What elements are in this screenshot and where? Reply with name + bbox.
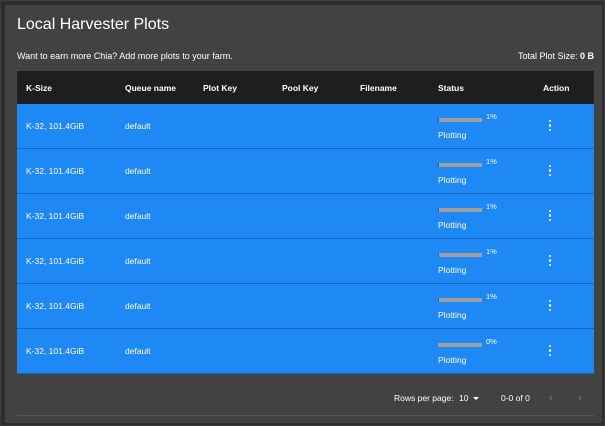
- cell-ksize: K-32, 101.4GiB: [26, 346, 85, 356]
- table-row: K-32, 101.4GiB default 1% Plotting: [17, 194, 594, 239]
- status-text: Plotting: [438, 355, 467, 365]
- cell-ksize: K-32, 101.4GiB: [26, 211, 85, 221]
- bottom-divider: [17, 415, 594, 416]
- cell-ksize: K-32, 101.4GiB: [26, 121, 85, 131]
- progress-fill: [438, 162, 440, 167]
- status-text: Plotting: [438, 130, 467, 140]
- progress-fill: [438, 297, 440, 302]
- pagination-range: 0-0 of 0: [501, 393, 530, 403]
- app-frame: Local Harvester Plots Want to earn more …: [0, 0, 605, 426]
- more-vert-icon[interactable]: [548, 345, 552, 357]
- promo-text: Want to earn more Chia? Add more plots t…: [17, 51, 233, 61]
- progress-percent: 1%: [486, 202, 497, 211]
- progress-percent: 1%: [486, 112, 497, 121]
- table-row: K-32, 101.4GiB default 0% Plotting: [17, 329, 594, 374]
- cell-queue-name: default: [125, 166, 151, 176]
- rows-per-page-label: Rows per page:: [394, 393, 454, 403]
- table-row: K-32, 101.4GiB default 1% Plotting: [17, 284, 594, 329]
- cell-status: 0% Plotting: [438, 337, 497, 365]
- cell-status: 1% Plotting: [438, 112, 497, 140]
- header-queue-name[interactable]: Queue name: [125, 83, 176, 93]
- page-title: Local Harvester Plots: [17, 16, 170, 33]
- status-text: Plotting: [438, 310, 467, 320]
- cell-queue-name: default: [125, 256, 151, 266]
- cell-queue-name: default: [125, 211, 151, 221]
- progress-bar: 1%: [438, 157, 497, 169]
- cell-status: 1% Plotting: [438, 202, 497, 230]
- cell-queue-name: default: [125, 346, 151, 356]
- progress-percent: 1%: [486, 247, 497, 256]
- table-pagination: Rows per page: 10 0-0 of 0 ‹ ›: [17, 383, 594, 413]
- progress-percent: 0%: [486, 337, 497, 346]
- status-text: Plotting: [438, 175, 467, 185]
- header-filename[interactable]: Filename: [360, 83, 397, 93]
- status-text: Plotting: [438, 220, 467, 230]
- header-status[interactable]: Status: [438, 83, 464, 93]
- cell-ksize: K-32, 101.4GiB: [26, 166, 85, 176]
- table-body: K-32, 101.4GiB default 1% Plotting K-32, 101…: [17, 104, 594, 374]
- more-vert-icon[interactable]: [548, 210, 552, 222]
- progress-percent: 1%: [486, 292, 497, 301]
- cell-status: 1% Plotting: [438, 247, 497, 275]
- more-vert-icon[interactable]: [548, 165, 552, 177]
- total-plot-size-value: 0 B: [579, 51, 594, 61]
- table-row: K-32, 101.4GiB default 1% Plotting: [17, 149, 594, 194]
- progress-fill: [438, 252, 440, 257]
- table-row: K-32, 101.4GiB default 1% Plotting: [17, 104, 594, 149]
- table-row: K-32, 101.4GiB default 1% Plotting: [17, 239, 594, 284]
- progress-track: [438, 117, 482, 122]
- header-ksize[interactable]: K-Size: [26, 83, 52, 93]
- progress-track: [438, 297, 482, 302]
- cell-ksize: K-32, 101.4GiB: [26, 301, 85, 311]
- progress-track: [438, 207, 482, 212]
- status-text: Plotting: [438, 265, 467, 275]
- header-action: Action: [543, 82, 570, 93]
- more-vert-icon[interactable]: [548, 300, 552, 312]
- chevron-left-icon[interactable]: ‹: [549, 392, 553, 404]
- progress-track: [438, 252, 482, 257]
- progress-percent: 1%: [486, 157, 497, 166]
- progress-bar: 0%: [438, 337, 497, 349]
- rows-per-page-value: 10: [459, 393, 469, 403]
- progress-fill: [438, 207, 440, 212]
- plots-table: K-Size Queue name Plot Key Pool Key File…: [17, 71, 594, 374]
- progress-fill: [438, 117, 440, 122]
- progress-bar: 1%: [438, 292, 497, 304]
- cell-queue-name: default: [125, 301, 151, 311]
- total-plot-size-label: Total Plot Size:: [517, 51, 578, 61]
- progress-track: [438, 162, 482, 167]
- plots-card: Local Harvester Plots Want to earn more …: [5, 5, 602, 423]
- header-pool-key[interactable]: Pool Key: [282, 83, 318, 93]
- rows-per-page-select[interactable]: 10: [459, 393, 480, 403]
- more-vert-icon[interactable]: [548, 255, 552, 267]
- progress-bar: 1%: [438, 202, 497, 214]
- progress-bar: 1%: [438, 112, 497, 124]
- progress-bar: 1%: [438, 247, 497, 259]
- total-plot-size: Total Plot Size: 0 B: [518, 51, 594, 61]
- info-line: Want to earn more Chia? Add more plots t…: [17, 51, 594, 61]
- chevron-right-icon[interactable]: ›: [578, 392, 582, 404]
- more-vert-icon[interactable]: [548, 120, 552, 132]
- table-header: K-Size Queue name Plot Key Pool Key File…: [17, 71, 594, 104]
- cell-status: 1% Plotting: [438, 292, 497, 320]
- cell-status: 1% Plotting: [438, 157, 497, 185]
- cell-ksize: K-32, 101.4GiB: [26, 256, 85, 266]
- caret-down-icon: [473, 396, 480, 400]
- progress-track: [438, 342, 482, 347]
- cell-queue-name: default: [125, 121, 151, 131]
- header-plot-key[interactable]: Plot Key: [203, 83, 237, 93]
